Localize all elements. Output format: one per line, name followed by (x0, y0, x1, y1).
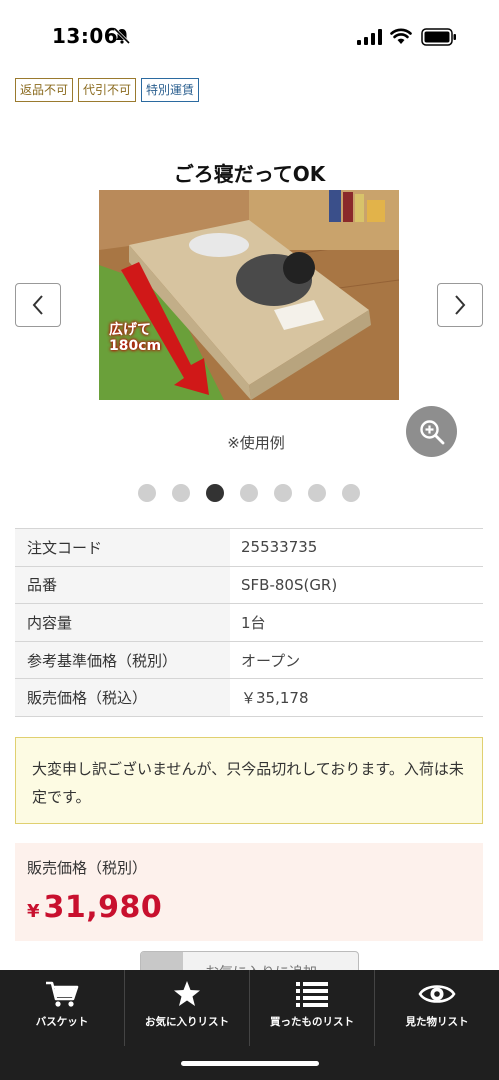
product-image[interactable]: 広げて 180cm (99, 190, 399, 400)
out-of-stock-notice: 大変申し訳ございませんが、只今品切れしております。入荷は未定です。 (15, 737, 483, 824)
battery-icon (421, 28, 456, 46)
carousel-dot[interactable] (342, 484, 360, 502)
product-photo (99, 190, 399, 400)
nav-favorites[interactable]: お気に入りリスト (125, 970, 249, 1046)
spec-value: 25533735 (230, 528, 483, 567)
spec-value: 1台 (230, 603, 483, 642)
cart-icon (45, 980, 79, 1008)
badge-special-shipping: 特別運賃 (141, 78, 200, 102)
nav-favorites-label: お気に入りリスト (145, 1016, 229, 1028)
cellular-signal-icon (357, 29, 382, 45)
table-row: 品番 SFB-80S(GR) (15, 565, 483, 605)
table-row: 内容量 1台 (15, 603, 483, 642)
spec-value: ￥35,178 (230, 678, 483, 717)
carousel-dot-active[interactable] (206, 484, 224, 502)
table-row: 参考基準価格（税別） オープン (15, 640, 483, 680)
overlay-text-spread: 広げて (109, 322, 151, 338)
chevron-right-icon (455, 295, 466, 315)
carousel-dot[interactable] (240, 484, 258, 502)
nav-basket-label: バスケット (35, 1016, 89, 1028)
spec-value: オープン (230, 640, 483, 680)
nav-purchased-label: 買ったものリスト (270, 1016, 354, 1028)
table-row: 販売価格（税込） ￥35,178 (15, 678, 483, 717)
carousel-dot[interactable] (172, 484, 190, 502)
price-box: 販売価格（税別） ¥ 31,980 (15, 843, 483, 941)
table-row: 注文コード 25533735 (15, 528, 483, 567)
image-overlay-label: 広げて 180cm (109, 322, 161, 354)
image-caption: ごろ寝だってOK (173, 162, 326, 186)
chevron-left-icon (32, 295, 43, 315)
carousel-dot[interactable] (138, 484, 156, 502)
product-badges: 返品不可 代引不可 特別運賃 (15, 78, 200, 102)
spec-label: 参考基準価格（税別） (15, 640, 230, 680)
star-icon (173, 980, 201, 1008)
carousel-dot[interactable] (274, 484, 292, 502)
prev-image-button[interactable] (15, 283, 61, 327)
nav-basket[interactable]: バスケット (0, 970, 124, 1046)
price-value: ¥ 31,980 (27, 890, 471, 925)
list-icon (296, 980, 328, 1008)
spec-label: 内容量 (15, 603, 230, 642)
zoom-button[interactable] (406, 406, 457, 457)
carousel-dots (138, 484, 360, 502)
overlay-text-length: 180cm (109, 338, 162, 354)
spec-table: 注文コード 25533735 品番 SFB-80S(GR) 内容量 1台 参考基… (15, 528, 483, 717)
price-currency: ¥ (27, 901, 40, 922)
usage-note: ※使用例 (227, 434, 285, 452)
price-label: 販売価格（税別） (27, 859, 148, 877)
zoom-in-icon (419, 419, 444, 444)
nav-purchased[interactable]: 買ったものリスト (250, 970, 374, 1046)
status-bar: 13:06 (0, 0, 499, 72)
eye-icon (418, 980, 456, 1008)
badge-no-return: 返品不可 (15, 78, 74, 102)
spec-label: 品番 (15, 565, 230, 605)
wifi-icon (390, 28, 412, 44)
status-time: 13:06 (52, 24, 119, 48)
carousel-dot[interactable] (308, 484, 326, 502)
spec-label: 販売価格（税込） (15, 678, 230, 717)
price-amount: 31,980 (43, 890, 163, 925)
nav-viewed[interactable]: 見た物リスト (375, 970, 499, 1046)
bell-muted-icon (113, 27, 131, 45)
nav-viewed-label: 見た物リスト (405, 1016, 469, 1028)
spec-label: 注文コード (15, 528, 230, 567)
badge-no-cod: 代引不可 (78, 78, 137, 102)
next-image-button[interactable] (437, 283, 483, 327)
spec-value: SFB-80S(GR) (230, 565, 483, 605)
home-indicator (181, 1061, 319, 1066)
